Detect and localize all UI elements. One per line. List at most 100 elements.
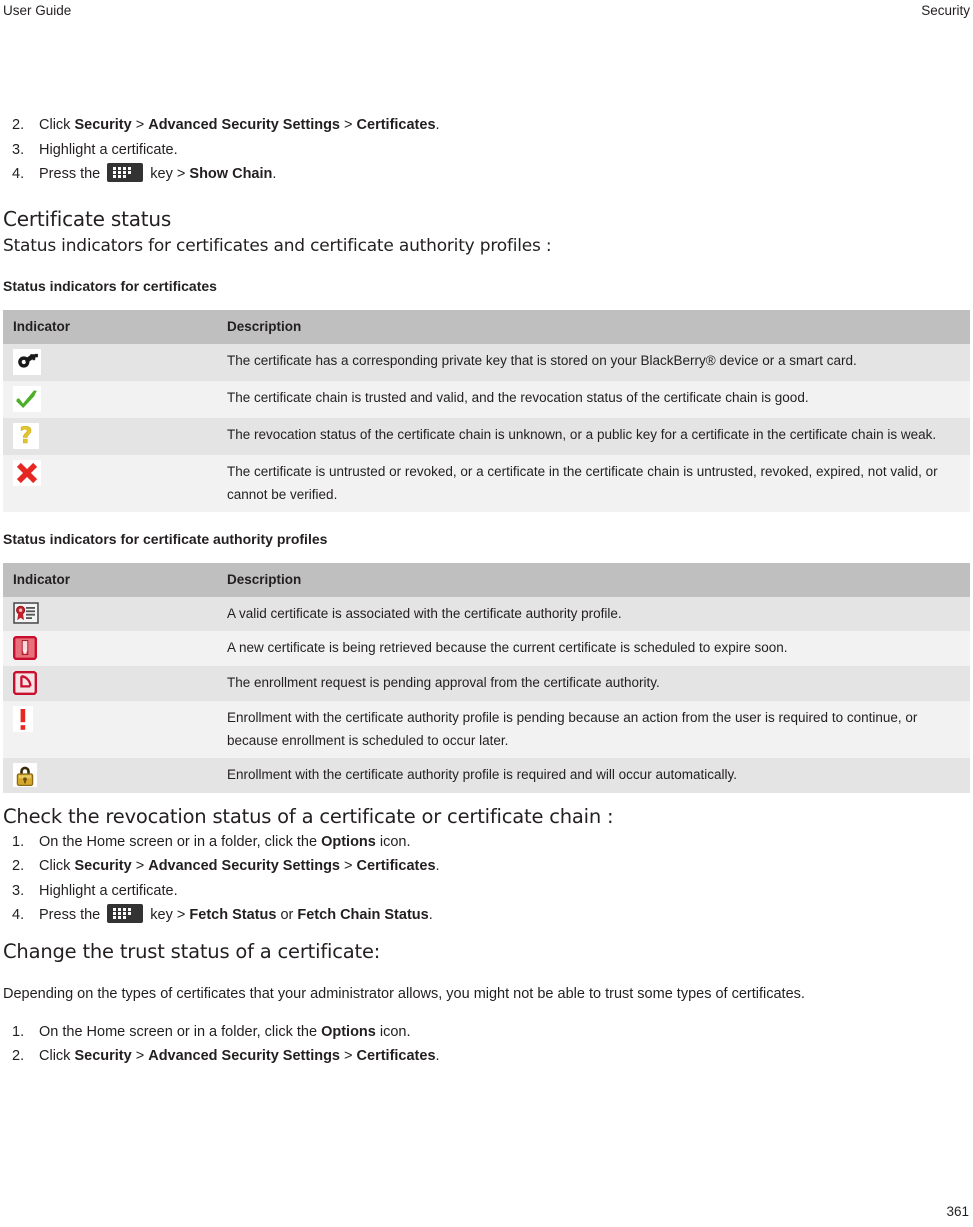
step-number: 2. bbox=[12, 1048, 25, 1064]
step-text: On the Home screen or in a folder, click… bbox=[39, 1023, 411, 1040]
step-text: Press the key > Show Chain. bbox=[39, 163, 276, 182]
top-step-item: 2. Click Security > Advanced Security Set… bbox=[3, 113, 970, 138]
indicator-cell bbox=[3, 380, 217, 418]
document-page: User Guide Security 2. Click Security > A… bbox=[0, 0, 973, 1227]
emphasis-text: Fetch Status bbox=[189, 907, 277, 923]
emphasis-text: Show Chain bbox=[189, 166, 273, 182]
table-row: The certificate is untrusted or revoked,… bbox=[3, 454, 970, 512]
description-cell: Enrollment with the certificate authorit… bbox=[217, 700, 970, 758]
description-cell: A valid certificate is associated with t… bbox=[217, 596, 970, 631]
indicator-cell bbox=[3, 700, 217, 758]
top-step-item: 4. Press the key > Show Chain. bbox=[3, 162, 970, 187]
emphasis-text: Options bbox=[321, 1023, 376, 1040]
emphasis-text: Security bbox=[74, 1048, 132, 1064]
description-cell: Enrollment with the certificate authorit… bbox=[217, 757, 970, 793]
red-x-icon bbox=[13, 459, 41, 486]
step-text: Highlight a certificate. bbox=[39, 882, 178, 899]
indicator-cell bbox=[3, 665, 217, 701]
step-text: On the Home screen or in a folder, click… bbox=[39, 833, 411, 850]
running-head-left: User Guide bbox=[3, 3, 72, 18]
description-cell: The certificate is untrusted or revoked,… bbox=[217, 454, 970, 512]
indicator-cell bbox=[3, 454, 217, 512]
description-cell: The enrollment request is pending approv… bbox=[217, 665, 970, 701]
section-heading: Certificate status bbox=[3, 206, 172, 231]
table-header-row: Indicator Description bbox=[3, 562, 970, 597]
table-row: Enrollment with the certificate authorit… bbox=[3, 700, 970, 758]
emphasis-text: Security bbox=[74, 117, 132, 133]
table-header-row: Indicator Description bbox=[3, 309, 970, 344]
column-header-indicator: Indicator bbox=[3, 309, 217, 344]
change-trust-step-item: 1. On the Home screen or in a folder, cli… bbox=[3, 1020, 970, 1045]
certificate-icon bbox=[13, 601, 39, 624]
step-text: Click Security > Advanced Security Setti… bbox=[39, 1048, 440, 1064]
table2-body: A valid certificate is associated with t… bbox=[3, 596, 970, 793]
emphasis-text: Advanced Security Settings bbox=[148, 117, 340, 133]
table-row: Enrollment with the certificate authorit… bbox=[3, 757, 970, 793]
table-row: A valid certificate is associated with t… bbox=[3, 596, 970, 631]
pending-clock-icon bbox=[13, 670, 37, 695]
emphasis-text: Advanced Security Settings bbox=[148, 1048, 340, 1064]
emphasis-text: Certificates bbox=[356, 858, 436, 874]
indicator-cell bbox=[3, 343, 217, 381]
indicator-cell: ? bbox=[3, 417, 217, 455]
emphasis-text: Options bbox=[321, 833, 376, 850]
check-revocation-step-item: 2. Click Security > Advanced Security Set… bbox=[3, 854, 970, 879]
emphasis-text: Security bbox=[74, 858, 132, 874]
yellow-question-icon: ? bbox=[13, 422, 39, 449]
running-head: User Guide Security bbox=[0, 0, 973, 22]
emphasis-text: Advanced Security Settings bbox=[148, 858, 340, 874]
procedure-steps-check-revocation: 1. On the Home screen or in a folder, cli… bbox=[3, 830, 970, 928]
step-number: 1. bbox=[12, 833, 25, 850]
green-check-icon bbox=[13, 385, 41, 412]
top-step-item: 3. Highlight a certificate. bbox=[3, 138, 970, 163]
red-exclamation-icon bbox=[13, 705, 33, 732]
table2-title: Status indicators for certificate author… bbox=[3, 530, 328, 547]
step-number: 3. bbox=[12, 141, 25, 158]
procedure-heading-check-revocation: Check the revocation status of a certifi… bbox=[3, 804, 614, 828]
blackberry-menu-key-icon bbox=[107, 163, 144, 182]
step-text: Press the key > Fetch Status or Fetch Ch… bbox=[39, 904, 433, 923]
key-icon bbox=[13, 348, 41, 375]
procedure-heading-change-trust: Change the trust status of a certificate… bbox=[3, 939, 381, 963]
page-number: 361 bbox=[946, 1204, 969, 1219]
status-indicators-certificates-table: Indicator Description The certificate ha… bbox=[3, 309, 970, 512]
indicator-cell bbox=[3, 757, 217, 793]
column-header-description: Description bbox=[217, 309, 970, 344]
section-lead: Status indicators for certificates and c… bbox=[3, 235, 552, 256]
step-number: 4. bbox=[12, 166, 25, 182]
step-number: 2. bbox=[12, 858, 25, 874]
table1-body: The certificate has a corresponding priv… bbox=[3, 343, 970, 512]
table-row: The certificate has a corresponding priv… bbox=[3, 343, 970, 381]
procedure-note-change-trust: Depending on the types of certificates t… bbox=[3, 985, 805, 1002]
description-cell: A new certificate is being retrieved bec… bbox=[217, 630, 970, 666]
column-header-indicator: Indicator bbox=[3, 562, 217, 597]
table1-title: Status indicators for certificates bbox=[3, 277, 217, 294]
running-head-right: Security bbox=[921, 3, 970, 18]
indicator-cell bbox=[3, 630, 217, 666]
change-trust-step-item: 2. Click Security > Advanced Security Set… bbox=[3, 1044, 970, 1069]
step-text: Click Security > Advanced Security Setti… bbox=[39, 117, 440, 133]
check-revocation-step-item: 3. Highlight a certificate. bbox=[3, 879, 970, 904]
emphasis-text: Certificates bbox=[356, 117, 436, 133]
check-revocation-step-item: 4. Press the key > Fetch Status or Fetch … bbox=[3, 903, 970, 928]
step-number: 1. bbox=[12, 1023, 25, 1040]
description-cell: The certificate chain is trusted and val… bbox=[217, 380, 970, 418]
top-steps-list: 2. Click Security > Advanced Security Set… bbox=[3, 113, 970, 187]
table-row: The certificate chain is trusted and val… bbox=[3, 380, 970, 418]
emphasis-text: Fetch Chain Status bbox=[297, 907, 429, 923]
description-cell: The revocation status of the certificate… bbox=[217, 417, 970, 455]
procedure-steps-change-trust: 1. On the Home screen or in a folder, cli… bbox=[3, 1020, 970, 1069]
step-number: 2. bbox=[12, 117, 25, 133]
emphasis-text: Certificates bbox=[356, 1048, 436, 1064]
step-number: 3. bbox=[12, 882, 25, 899]
indicator-cell bbox=[3, 596, 217, 631]
gold-padlock-icon bbox=[13, 762, 37, 787]
column-header-description: Description bbox=[217, 562, 970, 597]
table-row: ? The revocation status of the certificat… bbox=[3, 417, 970, 455]
table-row: A new certificate is being retrieved bec… bbox=[3, 630, 970, 666]
step-text: Highlight a certificate. bbox=[39, 141, 178, 158]
blackberry-menu-key-icon bbox=[107, 904, 144, 923]
certificate-renew-icon bbox=[13, 635, 37, 660]
description-cell: The certificate has a corresponding priv… bbox=[217, 343, 970, 381]
step-number: 4. bbox=[12, 907, 25, 923]
